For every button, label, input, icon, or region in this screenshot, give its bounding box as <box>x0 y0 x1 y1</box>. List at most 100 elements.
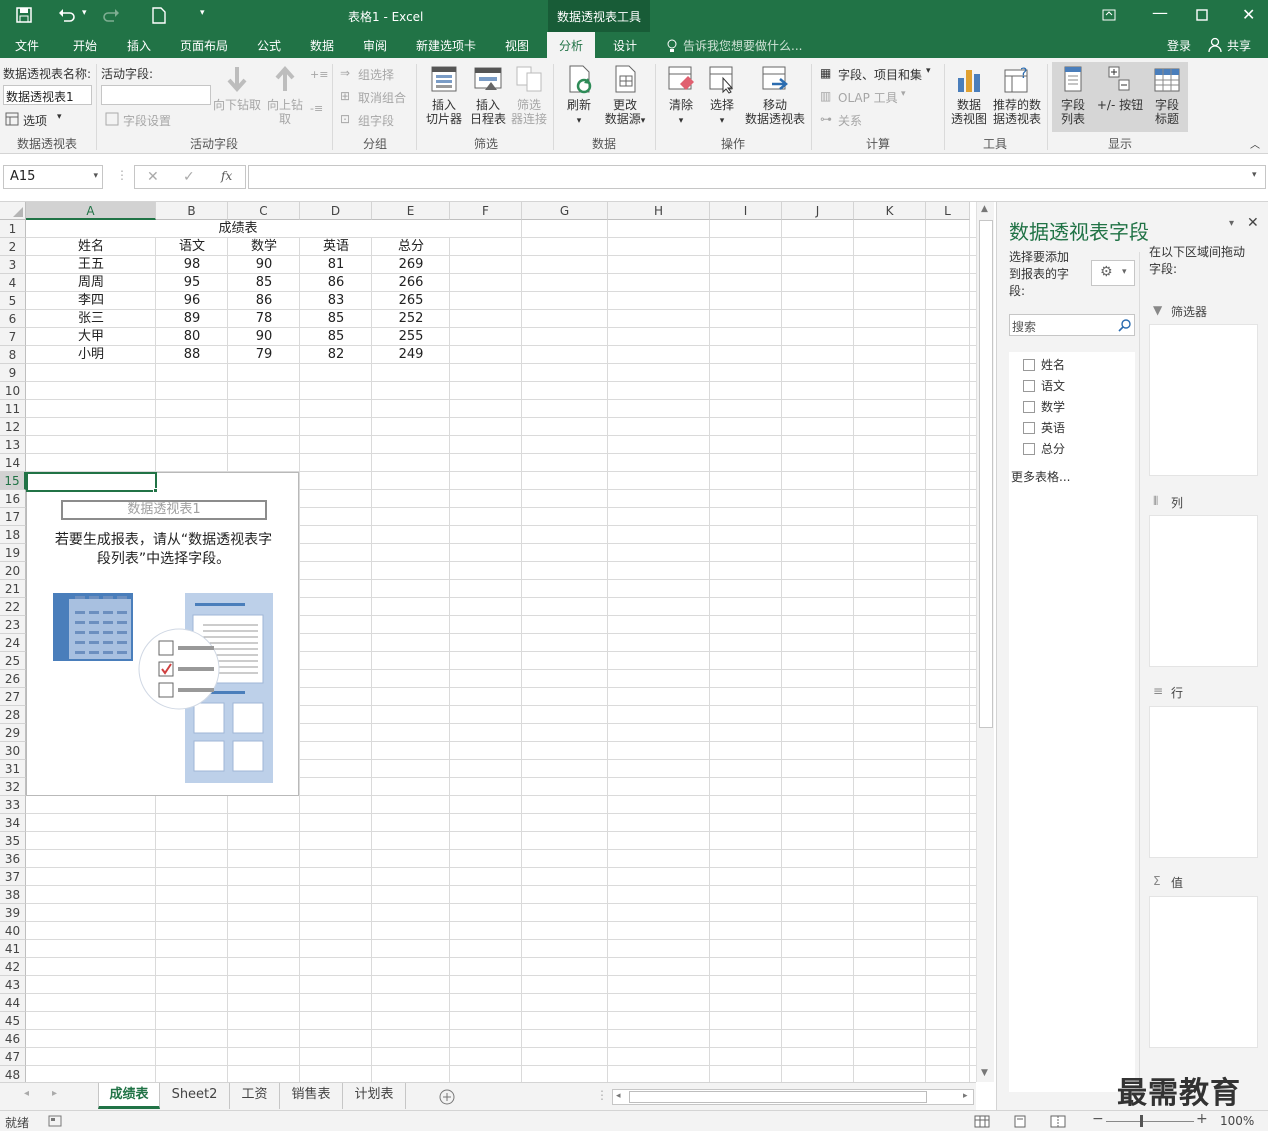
normal-view-icon[interactable] <box>974 1115 990 1128</box>
table-cell[interactable]: 79 <box>228 346 300 364</box>
recommended-pivottables-button[interactable]: ? 推荐的数 据透视表 <box>990 64 1044 126</box>
row-header-43[interactable]: 43 <box>0 976 26 994</box>
table-cell[interactable]: 李四 <box>26 292 156 310</box>
expand-field-icon[interactable]: +≡ <box>310 68 328 81</box>
ungroup-button[interactable]: 取消组合 <box>358 89 406 106</box>
tab-home[interactable]: 开始 <box>73 37 97 54</box>
row-header-15[interactable]: 15 <box>0 472 26 490</box>
row-header-12[interactable]: 12 <box>0 418 26 436</box>
scroll-down-icon[interactable]: ▼ <box>981 1068 988 1078</box>
drill-up-button[interactable]: 向上钻 取 <box>263 64 307 126</box>
row-header-47[interactable]: 47 <box>0 1048 26 1066</box>
scroll-left-icon[interactable]: ◂ <box>616 1091 621 1101</box>
table-title[interactable]: 成绩表 <box>26 220 450 238</box>
sheet-tab-4[interactable]: 计划表 <box>343 1083 406 1109</box>
row-header-27[interactable]: 27 <box>0 688 26 706</box>
table-cell[interactable]: 269 <box>372 256 450 274</box>
panel-close-icon[interactable]: ✕ <box>1247 215 1259 231</box>
table-cell[interactable]: 81 <box>300 256 372 274</box>
change-source-dropdown-icon[interactable]: ▾ <box>641 116 646 126</box>
tab-new[interactable]: 新建选项卡 <box>416 37 476 54</box>
clear-dropdown-icon[interactable]: ▾ <box>679 116 684 126</box>
zoom-slider-thumb[interactable] <box>1140 1115 1143 1127</box>
zoom-slider-track[interactable] <box>1106 1121 1194 1122</box>
field-item-total[interactable]: 总分 <box>1023 440 1065 457</box>
table-cell[interactable]: 265 <box>372 292 450 310</box>
row-header-25[interactable]: 25 <box>0 652 26 670</box>
row-header-5[interactable]: 5 <box>0 292 26 310</box>
undo-icon[interactable] <box>58 7 76 23</box>
row-header-46[interactable]: 46 <box>0 1030 26 1048</box>
field-checkbox[interactable] <box>1023 359 1035 371</box>
row-header-1[interactable]: 1 <box>0 220 26 238</box>
move-pivottable-button[interactable]: 移动 数据透视表 <box>743 64 807 126</box>
vertical-scrollbar[interactable]: ▲ ▼ <box>976 202 994 1082</box>
column-header-B[interactable]: B <box>156 202 228 220</box>
table-cell[interactable]: 252 <box>372 310 450 328</box>
table-cell[interactable]: 85 <box>228 274 300 292</box>
row-header-34[interactable]: 34 <box>0 814 26 832</box>
table-cell[interactable]: 张三 <box>26 310 156 328</box>
table-cell[interactable]: 98 <box>156 256 228 274</box>
zoom-out-icon[interactable]: − <box>1092 1111 1104 1127</box>
ribbon-display-icon[interactable] <box>1102 9 1116 21</box>
row-header-31[interactable]: 31 <box>0 760 26 778</box>
insert-function-button[interactable]: fx <box>221 169 232 183</box>
row-header-17[interactable]: 17 <box>0 508 26 526</box>
horizontal-scrollbar[interactable]: ◂ ▸ <box>612 1089 974 1105</box>
row-header-7[interactable]: 7 <box>0 328 26 346</box>
olap-button[interactable]: OLAP 工具 <box>838 89 898 106</box>
column-header-F[interactable]: F <box>450 202 522 220</box>
sheet-tab-1[interactable]: Sheet2 <box>160 1083 230 1109</box>
row-header-39[interactable]: 39 <box>0 904 26 922</box>
clear-button[interactable]: 清除 ▾ <box>661 64 701 128</box>
select-button[interactable]: 选择 ▾ <box>702 64 742 128</box>
field-item-english[interactable]: 英语 <box>1023 419 1065 436</box>
row-header-24[interactable]: 24 <box>0 634 26 652</box>
filter-connections-button[interactable]: 筛选 器连接 <box>508 64 550 126</box>
row-header-10[interactable]: 10 <box>0 382 26 400</box>
row-header-14[interactable]: 14 <box>0 454 26 472</box>
olap-dropdown-icon[interactable]: ▾ <box>901 89 906 99</box>
column-header-C[interactable]: C <box>228 202 300 220</box>
row-header-13[interactable]: 13 <box>0 436 26 454</box>
table-cell[interactable]: 255 <box>372 328 450 346</box>
table-cell[interactable]: 82 <box>300 346 372 364</box>
row-header-26[interactable]: 26 <box>0 670 26 688</box>
row-header-44[interactable]: 44 <box>0 994 26 1012</box>
active-cell[interactable] <box>26 472 157 492</box>
sheet-tab-0[interactable]: 成绩表 <box>98 1083 160 1109</box>
pt-name-input[interactable]: 数据透视表1 <box>3 85 92 105</box>
page-layout-view-icon[interactable] <box>1012 1115 1028 1128</box>
table-cell[interactable]: 90 <box>228 328 300 346</box>
select-dropdown-icon[interactable]: ▾ <box>720 116 725 126</box>
table-cell[interactable]: 83 <box>300 292 372 310</box>
table-cell[interactable]: 88 <box>156 346 228 364</box>
field-headers-button[interactable]: 字段 标题 <box>1147 64 1187 126</box>
next-sheet-icon[interactable]: ▸ <box>52 1088 57 1099</box>
row-header-37[interactable]: 37 <box>0 868 26 886</box>
row-header-9[interactable]: 9 <box>0 364 26 382</box>
new-file-icon[interactable] <box>152 7 166 24</box>
scroll-right-icon[interactable]: ▸ <box>963 1091 968 1101</box>
table-cell[interactable]: 85 <box>300 310 372 328</box>
tab-data[interactable]: 数据 <box>310 37 334 54</box>
insert-slicer-button[interactable]: 插入 切片器 <box>422 64 466 126</box>
tab-review[interactable]: 审阅 <box>363 37 387 54</box>
table-header-cell[interactable]: 总分 <box>372 238 450 256</box>
table-cell[interactable]: 80 <box>156 328 228 346</box>
row-header-2[interactable]: 2 <box>0 238 26 256</box>
column-header-A[interactable]: A <box>26 202 156 220</box>
table-cell[interactable]: 王五 <box>26 256 156 274</box>
share-button[interactable]: 共享 <box>1227 37 1251 54</box>
columns-area[interactable] <box>1149 515 1258 667</box>
close-icon[interactable]: ✕ <box>1242 5 1255 24</box>
column-header-H[interactable]: H <box>608 202 710 220</box>
row-header-33[interactable]: 33 <box>0 796 26 814</box>
table-cell[interactable]: 96 <box>156 292 228 310</box>
page-break-view-icon[interactable] <box>1050 1115 1066 1128</box>
sheet-tab-2[interactable]: 工资 <box>230 1083 280 1109</box>
row-header-36[interactable]: 36 <box>0 850 26 868</box>
table-cell[interactable]: 89 <box>156 310 228 328</box>
row-header-3[interactable]: 3 <box>0 256 26 274</box>
